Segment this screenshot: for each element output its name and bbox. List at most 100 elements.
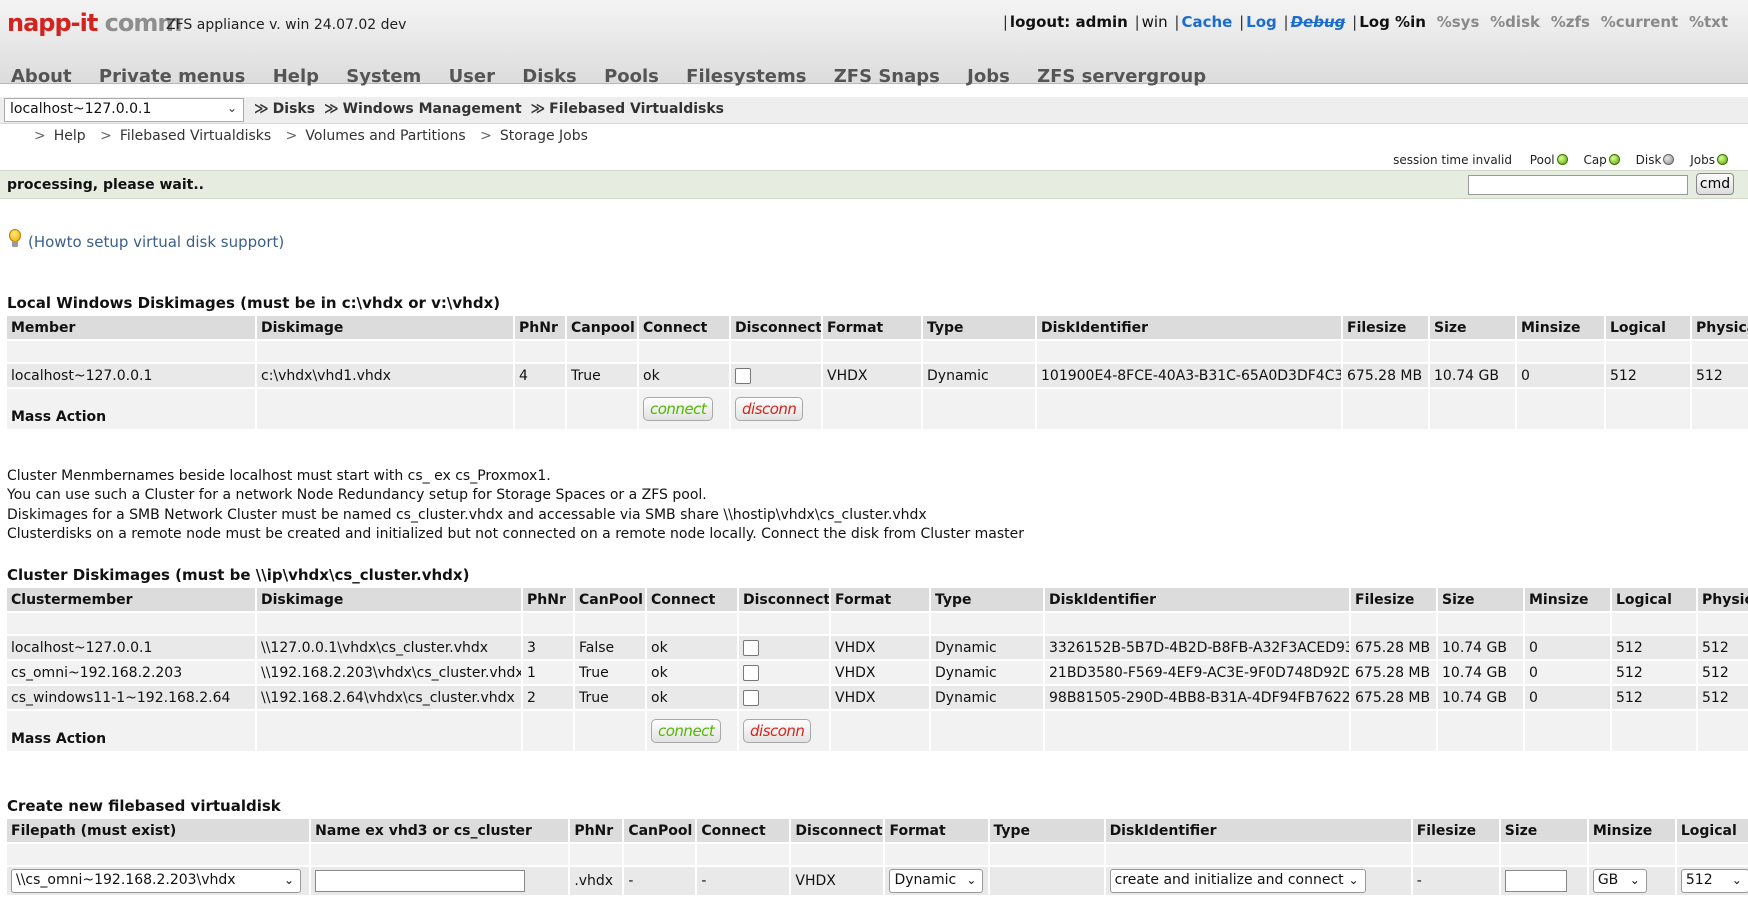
menu-pools[interactable]: Pools <box>604 66 659 87</box>
cell-canpool: False <box>575 636 645 659</box>
crumb-windows-management[interactable]: Windows Management <box>343 101 522 117</box>
table-row: cs_windows11-1~192.168.2.64 \\192.168.2.… <box>7 686 1748 709</box>
double-arrow-icon: ≫ <box>530 101 546 117</box>
cell-physical: 512 <box>1692 364 1748 387</box>
host-select[interactable]: localhost~127.0.0.1 ⌄ <box>4 98 244 122</box>
cell-filesize: 675.28 MB <box>1343 364 1428 387</box>
disconnect-button[interactable]: disconn <box>735 397 804 421</box>
disconnect-checkbox[interactable] <box>735 367 751 384</box>
cell-diskidentifier: create and initialize and connect ⌄ <box>1105 867 1411 895</box>
connect-button[interactable]: connect <box>651 719 722 743</box>
cell-disconnect <box>739 636 829 659</box>
logout-link[interactable]: logout: admin <box>1010 13 1128 31</box>
name-input[interactable] <box>315 870 526 892</box>
howto-link[interactable]: (Howto setup virtual disk support) <box>28 233 284 251</box>
col-header: Physical <box>1692 316 1748 339</box>
double-arrow-icon: ≫ <box>323 101 339 117</box>
disk-status-led-icon <box>1663 154 1675 165</box>
menu-filesystems[interactable]: Filesystems <box>686 66 806 87</box>
col-header: DiskIdentifier <box>1037 316 1341 339</box>
create-row: \\cs_omni~192.168.2.203\vhdx ⌄ .vhdx - - … <box>7 867 1748 895</box>
menu-disks[interactable]: Disks <box>522 66 577 87</box>
blank-row <box>7 613 1748 634</box>
logical-select[interactable]: 512 ⌄ <box>1680 869 1748 893</box>
sys-link[interactable]: %sys <box>1437 13 1480 31</box>
menu-private[interactable]: Private menus <box>99 66 246 87</box>
col-header: Filesize <box>1343 316 1428 339</box>
cell-name <box>311 867 569 895</box>
cell-format: VHDX <box>791 867 884 895</box>
menu-about[interactable]: About <box>11 66 72 87</box>
cluster-diskimages-title: Cluster Diskimages (must be \\ip\vhdx\cs… <box>7 566 470 584</box>
separator: | <box>1283 13 1289 31</box>
col-header: Connect <box>697 819 790 842</box>
type-select[interactable]: Dynamic ⌄ <box>889 869 984 893</box>
disconnect-checkbox[interactable] <box>743 639 759 656</box>
cell-filesize: 675.28 MB <box>1351 661 1436 684</box>
status-line: session time invalid Pool Cap Disk Jobs <box>1393 153 1728 167</box>
subnav-volumes-partitions[interactable]: Volumes and Partitions <box>305 128 465 144</box>
col-header: CanPool <box>624 819 696 842</box>
subnav-help[interactable]: Help <box>54 128 86 144</box>
menu-system[interactable]: System <box>346 66 421 87</box>
mass-action-cell: Mass Action <box>7 389 255 429</box>
connect-button[interactable]: connect <box>643 397 714 421</box>
cell-phnr: 1 <box>523 661 573 684</box>
separator: | <box>1002 13 1008 31</box>
menu-jobs[interactable]: Jobs <box>967 66 1010 87</box>
chevron-right-icon: > <box>285 128 298 144</box>
blank-row <box>7 844 1748 865</box>
filepath-select[interactable]: \\cs_omni~192.168.2.203\vhdx ⌄ <box>11 869 301 893</box>
menu-zfs-servergroup[interactable]: ZFS servergroup <box>1037 66 1206 87</box>
cell-logical: 512 <box>1606 364 1690 387</box>
log-link[interactable]: Log <box>1246 13 1277 31</box>
menu-zfs-snaps[interactable]: ZFS Snaps <box>834 66 940 87</box>
table-row: localhost~127.0.0.1 \\127.0.0.1\vhdx\cs_… <box>7 636 1748 659</box>
disconnect-cell: disconn <box>731 389 821 429</box>
subnav-storage-jobs[interactable]: Storage Jobs <box>500 128 588 144</box>
cmd-input[interactable] <box>1468 175 1688 195</box>
menu-help[interactable]: Help <box>273 66 319 87</box>
cap-status-label: Cap <box>1583 153 1607 167</box>
cell-logical: 512 <box>1612 661 1696 684</box>
subnav-filebased-virtualdisks[interactable]: Filebased Virtualdisks <box>120 128 271 144</box>
col-header: Canpool <box>567 316 637 339</box>
napp-it-logo[interactable]: napp-it comm <box>7 9 182 37</box>
note-line: Clusterdisks on a remote node must be cr… <box>7 525 1025 542</box>
col-header: Format <box>831 588 929 611</box>
zfs-link[interactable]: %zfs <box>1551 13 1590 31</box>
chevron-down-icon: ⌄ <box>1731 873 1742 887</box>
disconnect-checkbox[interactable] <box>743 664 759 681</box>
disconnect-checkbox[interactable] <box>743 689 759 706</box>
cell-type: Dynamic <box>931 661 1043 684</box>
crumb-disks[interactable]: Disks <box>273 101 315 117</box>
cell-clustermember: localhost~127.0.0.1 <box>7 636 255 659</box>
cmd-button[interactable]: cmd <box>1696 173 1734 195</box>
cell-diskidentifier: 3326152B-5B7D-4B2D-B8FB-A32F3ACED938 <box>1045 636 1349 659</box>
current-link[interactable]: %current <box>1601 13 1678 31</box>
menu-user[interactable]: User <box>449 66 495 87</box>
cell-diskimage: \\192.168.2.203\vhdx\cs_cluster.vhdx <box>257 661 521 684</box>
disconnect-button[interactable]: disconn <box>743 719 812 743</box>
txt-link[interactable]: %txt <box>1689 13 1728 31</box>
cluster-diskimages-table: Clustermember Diskimage PhNr CanPool Con… <box>5 586 1748 753</box>
local-diskimages-title: Local Windows Diskimages (must be in c:\… <box>7 294 501 312</box>
col-header: Disconnect <box>731 316 821 339</box>
cell-type: Dynamic ⌄ <box>885 867 988 895</box>
minsize-unit-select[interactable]: GB ⌄ <box>1592 869 1647 893</box>
log-in-link[interactable]: Log %in <box>1359 13 1426 31</box>
identifier-select[interactable]: create and initialize and connect ⌄ <box>1109 869 1366 893</box>
cell-canpool: True <box>575 661 645 684</box>
cache-link[interactable]: Cache <box>1181 13 1232 31</box>
disk-link[interactable]: %disk <box>1490 13 1540 31</box>
cell-logical: 512 ⌄ <box>1676 867 1748 895</box>
size-input[interactable] <box>1504 870 1567 892</box>
cell-empty <box>989 867 1104 895</box>
col-header: Disconnect <box>739 588 829 611</box>
crumb-filebased-virtualdisks[interactable]: Filebased Virtualdisks <box>549 101 724 117</box>
debug-link[interactable]: Debug <box>1291 13 1346 31</box>
col-header: Name ex vhd3 or cs_cluster <box>311 819 569 842</box>
col-header: Size <box>1500 819 1587 842</box>
cell-ext: .vhdx <box>570 867 623 895</box>
win-link[interactable]: win <box>1142 13 1168 31</box>
